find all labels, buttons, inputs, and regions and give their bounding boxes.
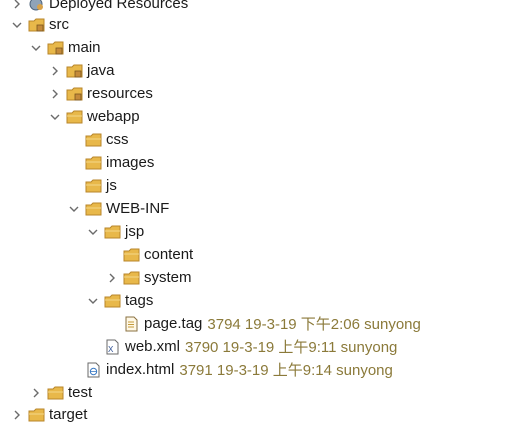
tree-item-label: page.tag [144,315,203,332]
tree-item-label: web.xml [125,338,181,355]
folder-icon [47,385,64,401]
svg-text:X: X [108,345,114,355]
svn-decoration: 3790 19-3-19 上午9:11 sunyong [185,339,398,356]
folder-icon [104,224,121,240]
folder-icon [85,132,102,148]
tree-item-java[interactable]: java [0,59,527,82]
folder-icon [123,247,140,263]
tag-file-icon [123,316,140,332]
tree-item-label: target [49,406,88,423]
tree-item-label: js [106,177,117,194]
tree-item-label: content [144,246,194,263]
tree-item-src[interactable]: src [0,13,527,36]
tree-item-label: main [68,39,101,56]
tree-item-label: src [49,16,69,33]
chevron-down-icon[interactable] [29,41,43,55]
xml-file-icon: X [104,339,121,355]
tree-item-label: css [106,131,129,148]
package-folder-icon [47,40,64,56]
tree-item-test[interactable]: test [0,381,527,404]
chevron-right-icon[interactable] [105,271,119,285]
folder-icon [28,407,45,423]
tree-item-webapp[interactable]: webapp [0,105,527,128]
folder-icon [85,178,102,194]
tree-item-images[interactable]: images [0,151,527,174]
tree-item-label: WEB-INF [106,200,170,217]
tree-item-label: tags [125,292,154,309]
tree-item-js[interactable]: js [0,174,527,197]
tree-item-label: resources [87,85,153,102]
deployed-resources-icon [28,0,45,12]
package-folder-icon [66,63,83,79]
chevron-right-icon[interactable] [48,64,62,78]
tree-item-system[interactable]: system [0,266,527,289]
chevron-right-icon[interactable] [48,87,62,101]
tree-item-label: webapp [87,108,140,125]
folder-icon [66,109,83,125]
folder-icon [85,155,102,171]
project-explorer-tree: Deployed Resources src main java resourc… [0,0,527,423]
svn-decoration: 3794 19-3-19 下午2:06 sunyong [207,316,421,333]
chevron-right-icon[interactable] [10,408,24,422]
tree-item-label: Deployed Resources [49,0,189,12]
tree-item-web-xml[interactable]: X web.xml 3790 19-3-19 上午9:11 sunyong [0,335,527,358]
chevron-right-icon[interactable] [29,386,43,400]
chevron-down-icon[interactable] [10,18,24,32]
tree-item-label: jsp [125,223,145,240]
chevron-down-icon[interactable] [86,225,100,239]
package-folder-icon [66,86,83,102]
tree-item-main[interactable]: main [0,36,527,59]
tree-item-label: images [106,154,155,171]
tree-item-label: java [87,62,115,79]
tree-item-jsp[interactable]: jsp [0,220,527,243]
folder-icon [104,293,121,309]
package-folder-icon [28,17,45,33]
chevron-down-icon[interactable] [86,294,100,308]
tree-item-target[interactable]: target [0,403,527,426]
chevron-down-icon[interactable] [48,110,62,124]
tree-item-web-inf[interactable]: WEB-INF [0,197,527,220]
tree-item-css[interactable]: css [0,128,527,151]
tree-item-page-tag[interactable]: page.tag 3794 19-3-19 下午2:06 sunyong [0,312,527,335]
tree-item-label: system [144,269,192,286]
tree-item-content[interactable]: content [0,243,527,266]
tree-item-label: test [68,384,93,401]
html-file-icon [85,362,102,378]
tree-item-tags[interactable]: tags [0,289,527,312]
folder-icon [85,201,102,217]
tree-item-label: index.html [106,361,175,378]
folder-icon [123,270,140,286]
svn-decoration: 3791 19-3-19 上午9:14 sunyong [179,362,393,379]
chevron-right-icon[interactable] [10,0,24,11]
chevron-down-icon[interactable] [67,202,81,216]
tree-item-resources[interactable]: resources [0,82,527,105]
tree-item-index-html[interactable]: index.html 3791 19-3-19 上午9:14 sunyong [0,358,527,381]
